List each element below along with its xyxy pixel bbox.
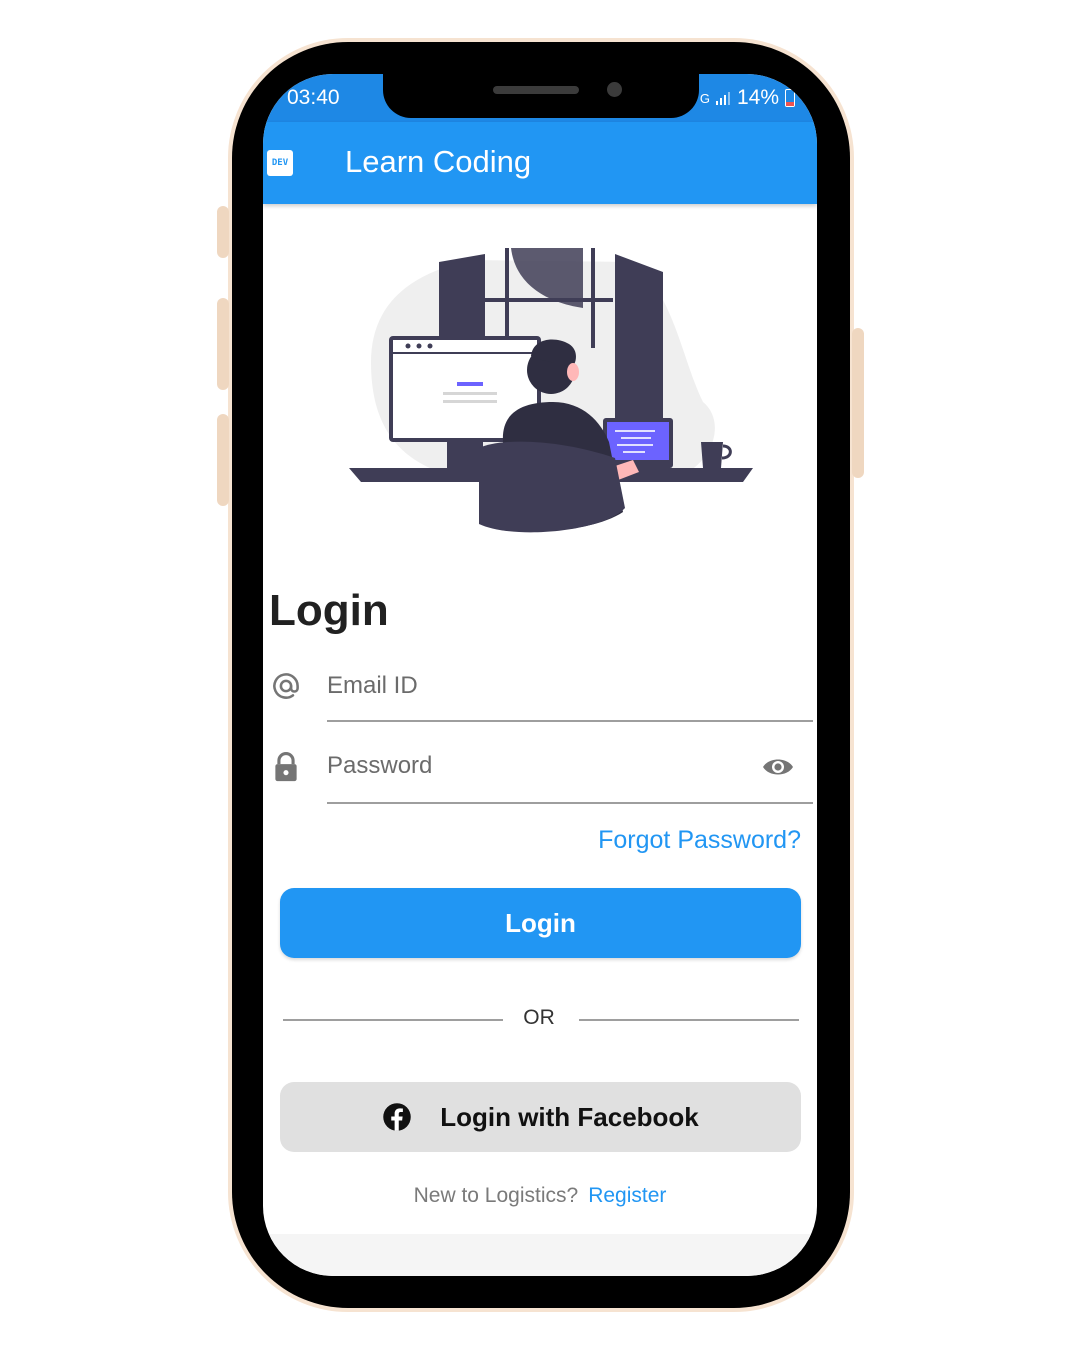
login-with-facebook-button[interactable]: Login with Facebook [280,1082,801,1152]
facebook-icon [383,1103,411,1131]
side-button-left-mid [217,298,229,390]
battery-percent: 14% [736,86,779,109]
dev-logo-icon: DEV [267,150,293,176]
register-row: New to Logistics? Register [263,1184,817,1208]
bottom-navigation-strip [263,1234,817,1276]
status-bar: 03:40 G 14% [263,74,817,122]
app-bar: DEV Learn Coding [263,122,817,204]
signal-icon [715,92,730,105]
at-icon [273,673,299,699]
side-button-left-top [217,206,229,258]
speaker-grille [493,86,579,94]
phone-screen: 03:40 G 14% DEV Learn Coding Login Email… [263,74,817,1276]
side-button-right [852,328,864,478]
password-field[interactable]: Password [327,752,432,780]
side-button-left-bottom [217,414,229,506]
developer-illustration [349,248,753,533]
app-title: Learn Coding [345,144,532,179]
register-link[interactable]: Register [588,1184,666,1207]
eye-icon[interactable] [761,755,795,779]
email-field[interactable]: Email ID [327,672,418,700]
divider-or-text: OR [523,1006,555,1029]
front-camera [607,82,622,97]
battery-icon [785,89,795,107]
camera-notch [383,74,699,118]
network-type-label: G [699,90,710,106]
lock-icon [275,752,297,782]
status-indicators: G 14% [700,86,795,110]
facebook-button-label: Login with Facebook [440,1101,699,1132]
login-button[interactable]: Login [280,888,801,958]
divider-line-right [579,1019,799,1021]
status-time: 03:40 [287,86,340,109]
login-heading: Login [269,586,389,635]
forgot-password-link[interactable]: Forgot Password? [598,826,801,855]
email-field-underline [327,720,813,722]
register-prompt: New to Logistics? [413,1184,579,1207]
password-field-underline [327,802,813,804]
divider-line-left [283,1019,503,1021]
